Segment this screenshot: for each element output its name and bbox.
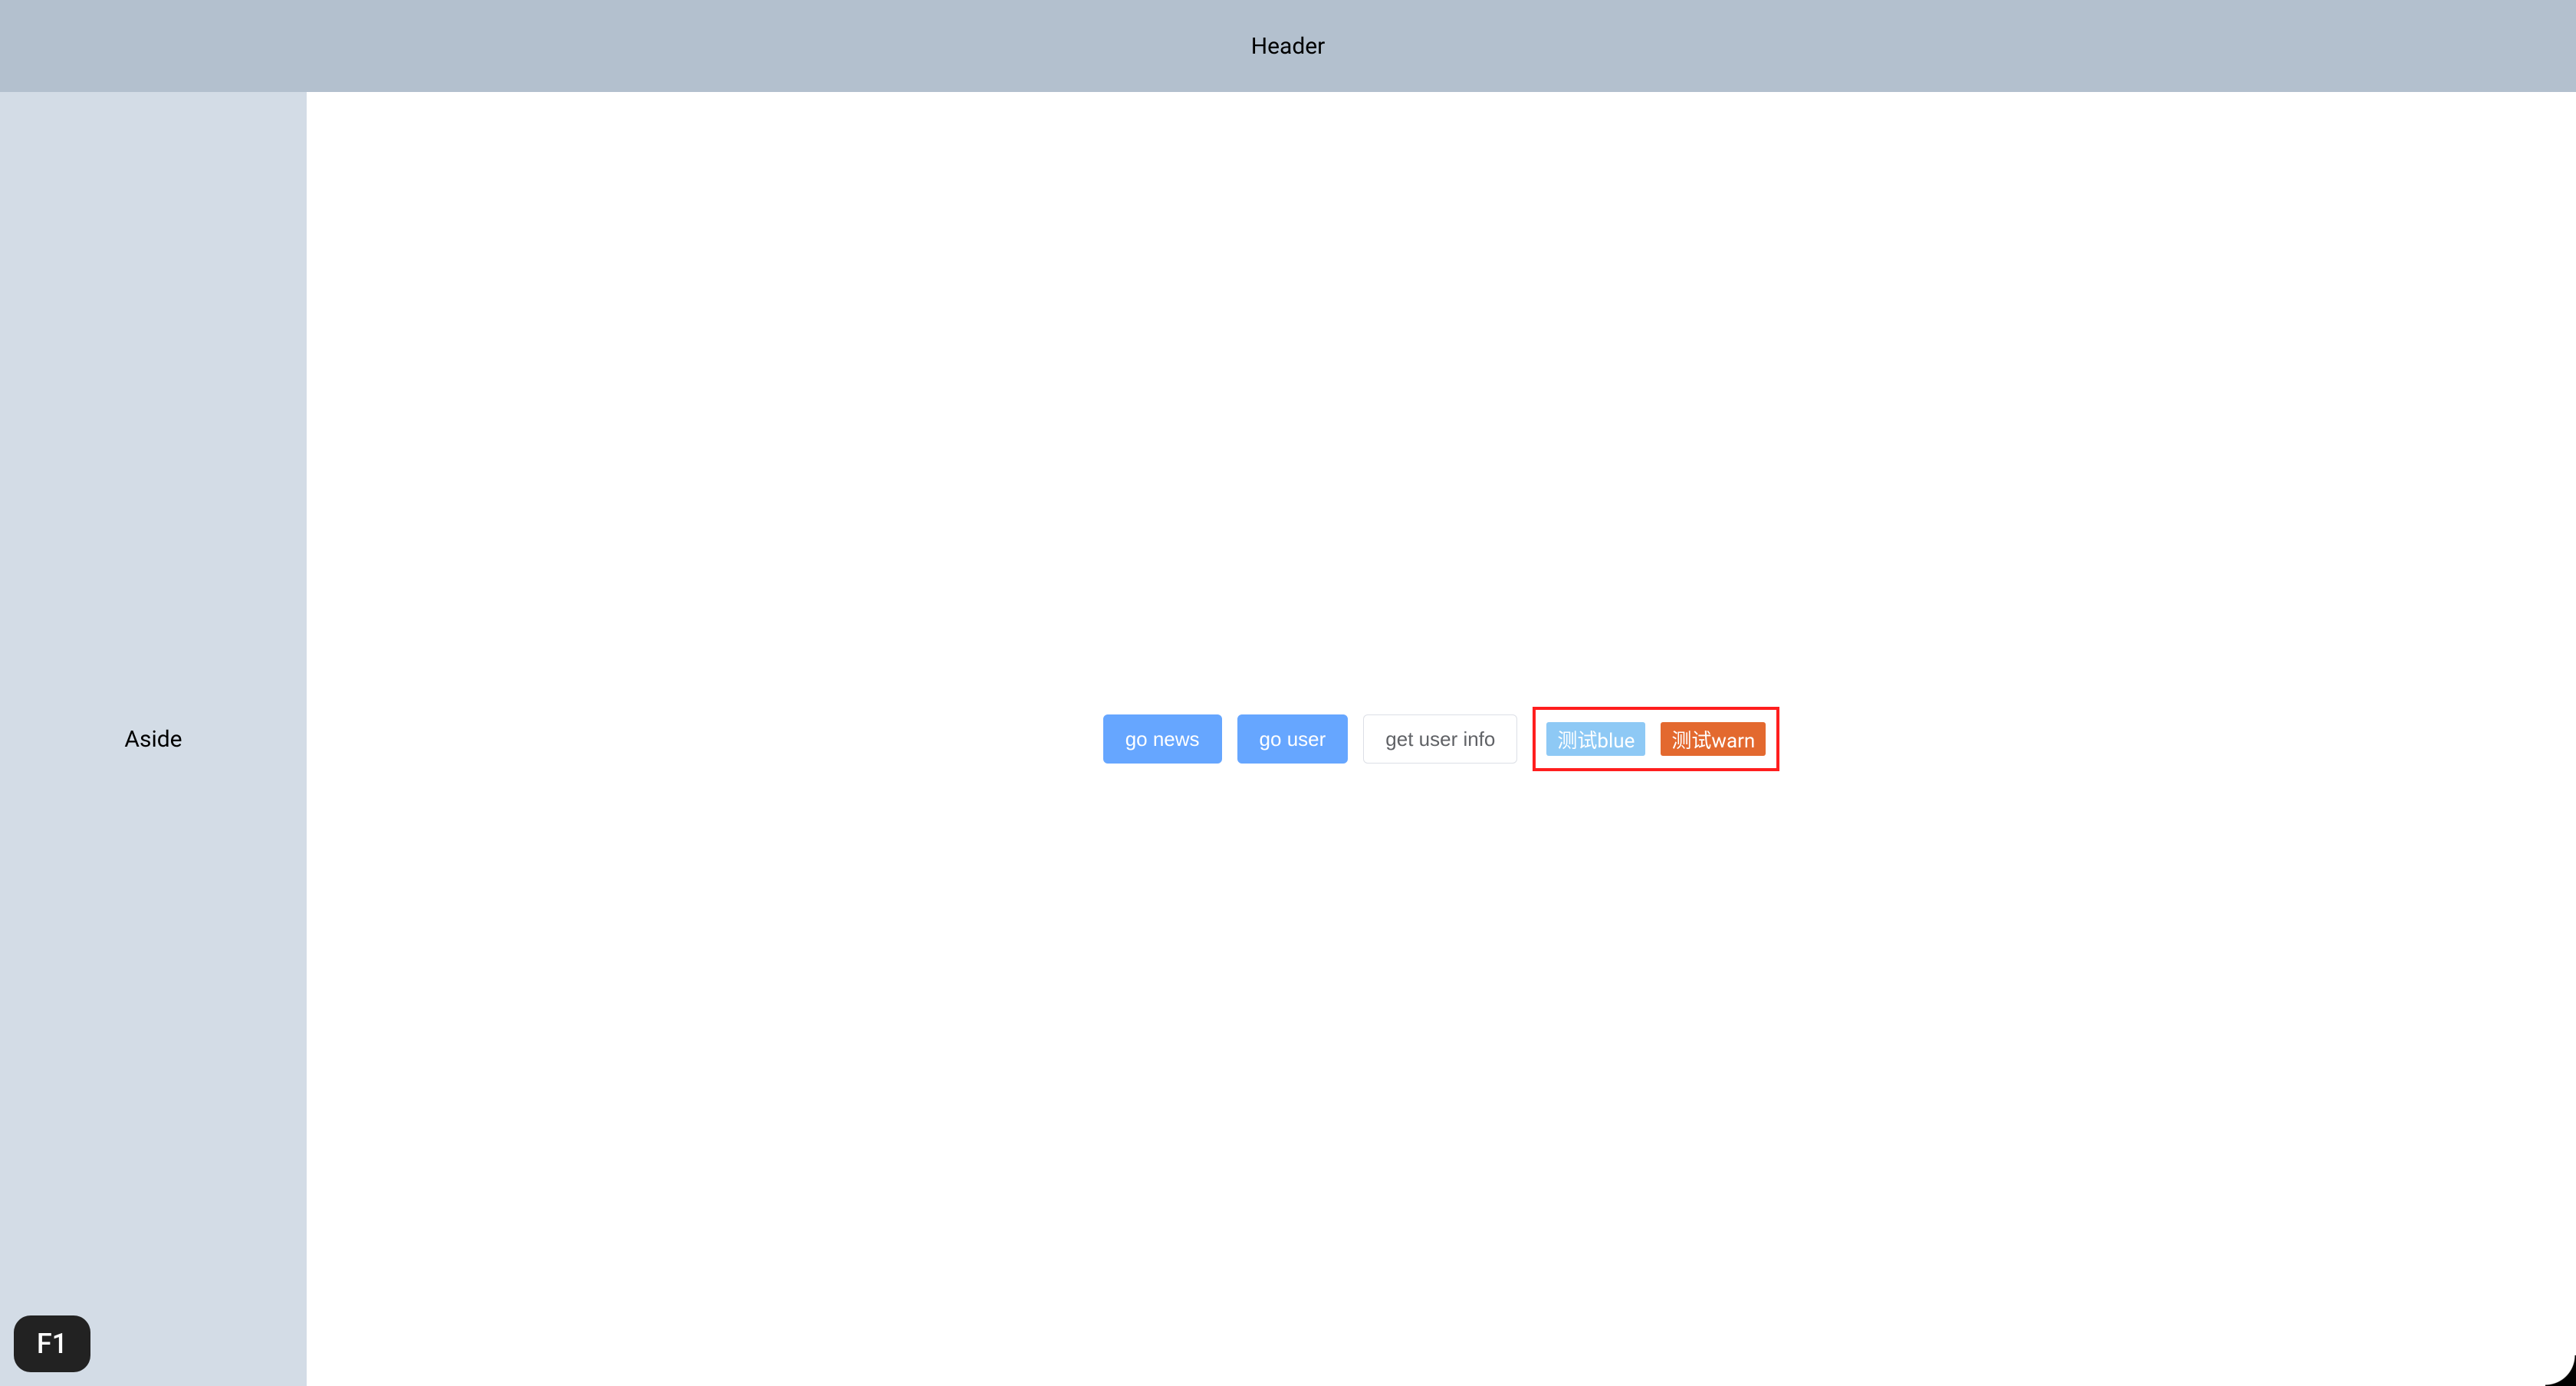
go-user-button[interactable]: go user: [1237, 714, 1349, 764]
get-user-info-button[interactable]: get user info: [1363, 714, 1517, 764]
devtools-hotkey-badge[interactable]: F1: [14, 1315, 90, 1372]
main-content: go news go user get user info 测试blue 测试w…: [307, 92, 2576, 1386]
tag-group: 测试blue 测试warn: [1533, 707, 1779, 771]
button-row: go news go user get user info 测试blue 测试w…: [1103, 707, 1780, 771]
test-warn-tag[interactable]: 测试warn: [1661, 722, 1766, 756]
test-blue-tag[interactable]: 测试blue: [1546, 722, 1645, 756]
header-title: Header: [1251, 33, 1326, 60]
go-news-button[interactable]: go news: [1103, 714, 1222, 764]
header: Header: [0, 0, 2576, 92]
aside-title: Aside: [124, 726, 182, 753]
aside: Aside: [0, 92, 307, 1386]
